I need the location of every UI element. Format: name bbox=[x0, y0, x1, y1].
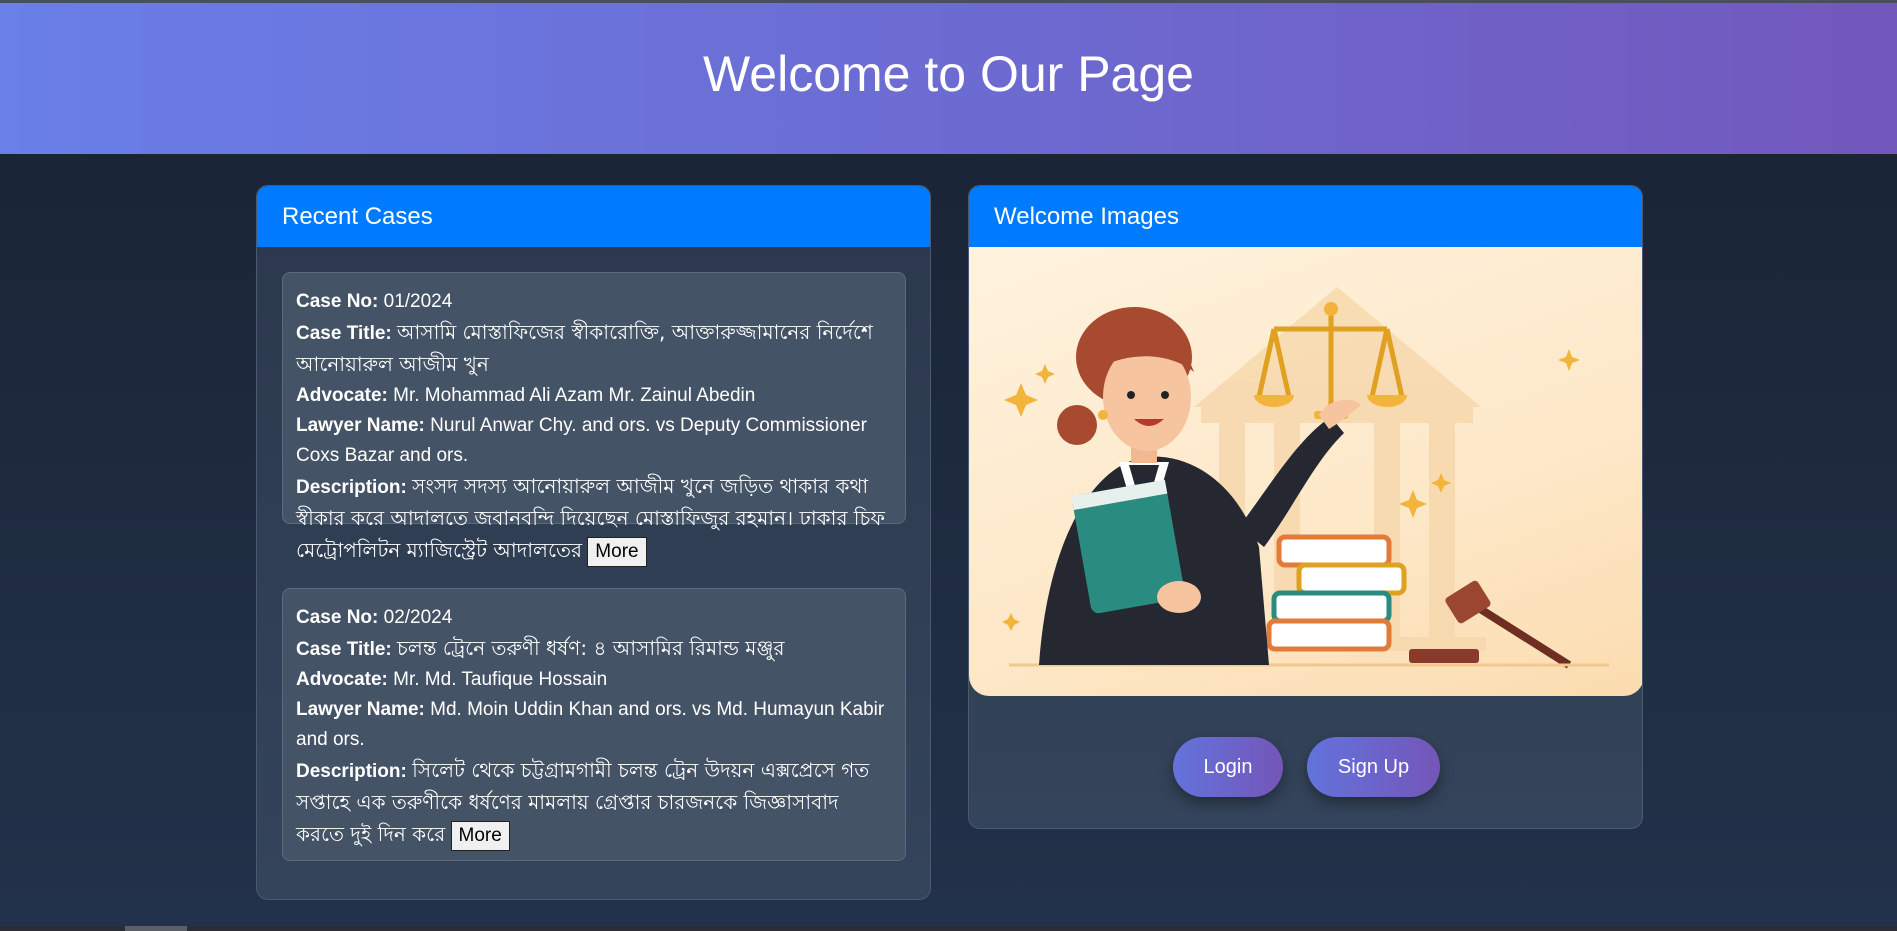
lawyer-justice-illustration bbox=[969, 247, 1642, 696]
case-card: Case No: 01/2024 Case Title: আসামি মোস্ত… bbox=[282, 272, 906, 567]
case-no-label: Case No: bbox=[296, 607, 379, 628]
lawyer-name-label: Lawyer Name: bbox=[296, 415, 425, 436]
more-button[interactable]: More bbox=[587, 536, 647, 567]
welcome-images-panel: Welcome Images Login Sign Up bbox=[968, 185, 1643, 829]
description-row: Description: সিলেট থেকে চট্টগ্রামগামী চল… bbox=[296, 755, 892, 851]
advocate-value: Mr. Mohammad Ali Azam Mr. Zainul Abedin bbox=[393, 385, 756, 406]
case-title-value: চলন্ত ট্রেনে তরুণী ধর্ষণ: ৪ আসামির রিমান… bbox=[397, 636, 785, 660]
lawyer-justice-icon bbox=[1002, 287, 1609, 669]
description-label: Description: bbox=[296, 761, 407, 782]
recent-cases-header: Recent Cases bbox=[257, 186, 930, 247]
case-no-value: 01/2024 bbox=[383, 291, 453, 312]
advocate-value: Mr. Md. Taufique Hossain bbox=[393, 669, 608, 690]
scrollbar-thumb[interactable] bbox=[125, 926, 187, 931]
case-title-row: Case Title: আসামি মোস্তাফিজের স্বীকারোক্… bbox=[296, 317, 892, 381]
horizontal-scrollbar[interactable] bbox=[0, 926, 1897, 931]
advocate-label: Advocate: bbox=[296, 385, 388, 406]
case-no-row: Case No: 01/2024 bbox=[296, 287, 892, 317]
case-title-label: Case Title: bbox=[296, 639, 392, 660]
case-title-row: Case Title: চলন্ত ট্রেনে তরুণী ধর্ষণ: ৪ … bbox=[296, 633, 892, 665]
lawyer-name-row: Lawyer Name: Nurul Anwar Chy. and ors. v… bbox=[296, 411, 892, 471]
signup-button[interactable]: Sign Up bbox=[1307, 737, 1440, 797]
advocate-label: Advocate: bbox=[296, 669, 388, 690]
welcome-images-header: Welcome Images bbox=[969, 186, 1642, 247]
case-no-row: Case No: 02/2024 bbox=[296, 603, 892, 633]
more-button[interactable]: More bbox=[450, 820, 510, 851]
advocate-row: Advocate: Mr. Mohammad Ali Azam Mr. Zain… bbox=[296, 381, 892, 411]
page-title: Welcome to Our Page bbox=[703, 45, 1194, 102]
case-no-label: Case No: bbox=[296, 291, 379, 312]
hero-banner: Welcome to Our Page bbox=[0, 3, 1897, 154]
case-no-value: 02/2024 bbox=[383, 607, 453, 628]
case-card: Case No: 02/2024 Case Title: চলন্ত ট্রেন… bbox=[282, 588, 906, 861]
recent-cases-panel: Recent Cases Case No: 01/2024 Case Title… bbox=[256, 185, 931, 900]
login-button[interactable]: Login bbox=[1173, 737, 1283, 797]
description-label: Description: bbox=[296, 477, 407, 498]
case-title-label: Case Title: bbox=[296, 323, 392, 344]
description-row: Description: সংসদ সদস্য আনোয়ারুল আজীম খ… bbox=[296, 471, 892, 567]
advocate-row: Advocate: Mr. Md. Taufique Hossain bbox=[296, 665, 892, 695]
lawyer-name-row: Lawyer Name: Md. Moin Uddin Khan and ors… bbox=[296, 695, 892, 755]
lawyer-name-label: Lawyer Name: bbox=[296, 699, 425, 720]
